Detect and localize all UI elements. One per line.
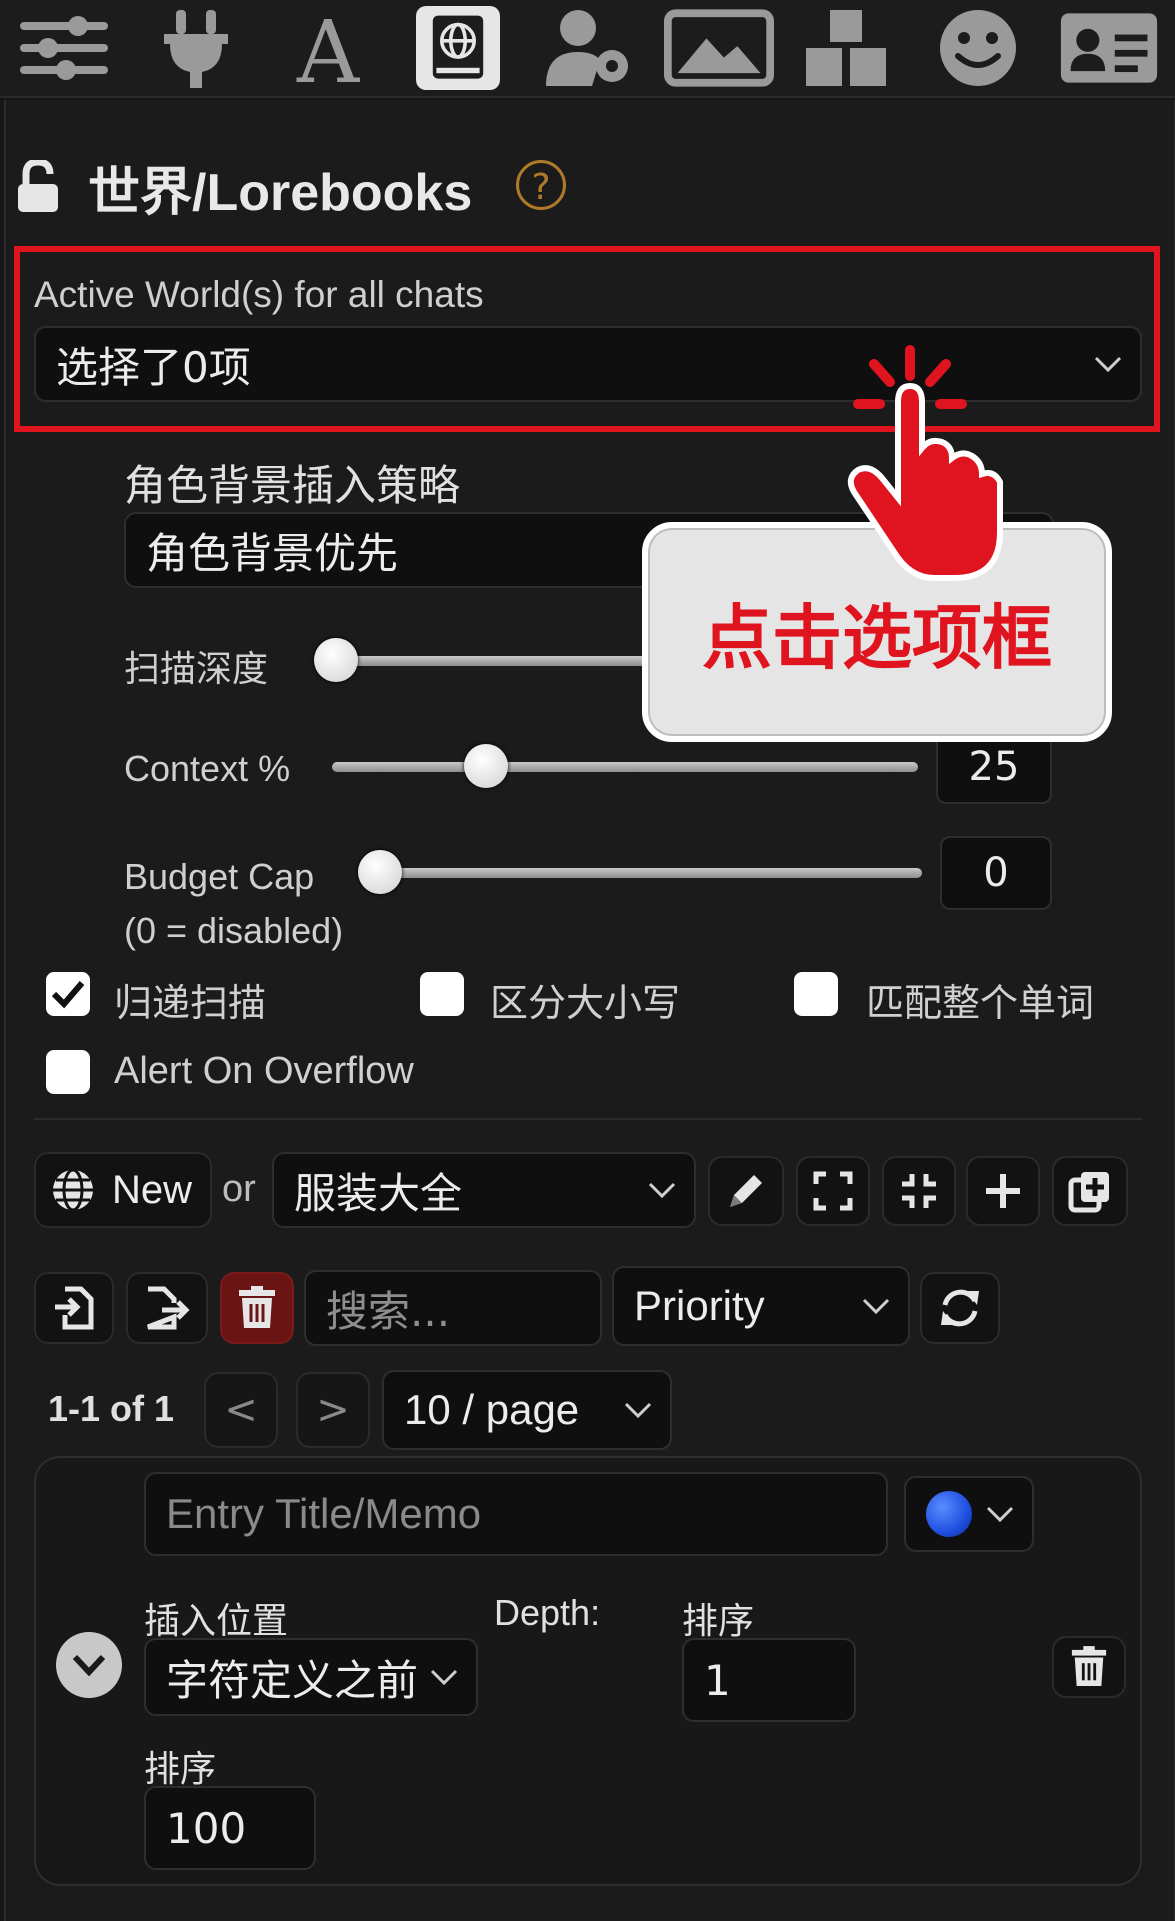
refresh-icon: [941, 1289, 979, 1327]
budget-cap-value-input[interactable]: 0: [940, 836, 1052, 910]
insert-position-value: 字符定义之前: [166, 1655, 419, 1705]
add-entry-button[interactable]: [966, 1156, 1040, 1226]
match-whole-words-checkbox[interactable]: [794, 972, 838, 1016]
sort-select[interactable]: Priority: [612, 1266, 910, 1346]
pencil-icon: [730, 1175, 762, 1207]
file-export-icon: [147, 1286, 190, 1330]
sort-value: Priority: [634, 1282, 765, 1329]
page-size-select[interactable]: 10 / page: [382, 1370, 672, 1450]
or-label: or: [222, 1168, 256, 1210]
top-toolbar: A: [0, 0, 1175, 98]
case-sensitive-checkbox[interactable]: [420, 972, 464, 1016]
delete-world-button[interactable]: [220, 1272, 294, 1344]
help-icon[interactable]: ?: [516, 160, 566, 210]
chevron-down-icon: [1094, 356, 1122, 373]
next-page-button[interactable]: >: [296, 1372, 370, 1448]
new-world-button[interactable]: New: [34, 1152, 212, 1228]
order-value-top: 1: [704, 1655, 731, 1705]
world-select[interactable]: 服装大全: [272, 1152, 696, 1228]
chevron-down-icon: [430, 1669, 458, 1686]
expand-button[interactable]: [796, 1156, 870, 1226]
export-button[interactable]: [126, 1272, 208, 1344]
globe-icon: [53, 1168, 93, 1212]
order-value: 100: [166, 1803, 247, 1853]
order-input-top[interactable]: 1: [682, 1638, 856, 1722]
trash-icon: [239, 1286, 275, 1328]
font-icon[interactable]: A: [278, 6, 378, 90]
plus-icon: [986, 1174, 1020, 1208]
order-label: 排序: [144, 1748, 217, 1789]
context-slider-knob[interactable]: [464, 744, 508, 788]
budget-cap-slider-knob[interactable]: [358, 850, 402, 894]
globe-book-icon[interactable]: [416, 6, 500, 90]
world-select-value: 服装大全: [294, 1168, 463, 1218]
search-placeholder: 搜索...: [326, 1286, 451, 1336]
scan-depth-label: 扫描深度: [124, 648, 269, 689]
duplicate-world-button[interactable]: [1052, 1156, 1128, 1226]
recursive-scan-checkbox[interactable]: [46, 972, 90, 1016]
user-gear-icon[interactable]: [538, 6, 638, 90]
budget-cap-track[interactable]: [360, 868, 922, 878]
match-whole-words-label: 匹配整个单词: [866, 983, 1095, 1025]
image-icon[interactable]: [662, 6, 776, 90]
chevron-down-icon: [624, 1402, 652, 1419]
page-size-value: 10 / page: [404, 1386, 580, 1433]
tutorial-callout-text: 点击选项框: [702, 596, 1052, 679]
check-icon: [51, 981, 85, 1009]
prev-page-button[interactable]: <: [204, 1372, 278, 1448]
divider: [34, 1118, 1142, 1120]
smiley-icon[interactable]: [928, 6, 1028, 90]
page-title: 世界/Lorebooks: [88, 164, 473, 222]
context-label: Context %: [124, 748, 291, 789]
active-worlds-value: 选择了0项: [56, 342, 251, 392]
file-import-icon: [55, 1286, 94, 1330]
tap-hand-icon: [838, 342, 1038, 586]
entry-status-select[interactable]: [904, 1476, 1034, 1552]
unlock-icon[interactable]: [16, 158, 60, 218]
recursive-scan-label: 归递扫描: [114, 983, 267, 1025]
expand-icon: [813, 1171, 853, 1211]
collapse-button[interactable]: [882, 1156, 956, 1226]
status-dot-icon: [926, 1491, 972, 1537]
scan-depth-slider-knob[interactable]: [314, 638, 358, 682]
chevron-down-icon: [648, 1182, 676, 1199]
cubes-icon[interactable]: [796, 6, 896, 90]
svg-text:A: A: [296, 8, 360, 88]
insert-position-label: 插入位置: [144, 1600, 289, 1641]
compress-icon: [902, 1174, 936, 1208]
chevron-down-icon: [986, 1506, 1014, 1523]
case-sensitive-label: 区分大小写: [490, 983, 681, 1025]
expand-entry-button[interactable]: [56, 1632, 122, 1698]
refresh-button[interactable]: [920, 1272, 1000, 1344]
pagination-range: 1-1 of 1: [48, 1388, 175, 1429]
alert-overflow-checkbox[interactable]: [46, 1050, 90, 1094]
new-world-label: New: [112, 1167, 193, 1212]
budget-cap-sublabel: (0 = disabled): [124, 910, 344, 951]
insertion-strategy-value: 角色背景优先: [146, 528, 399, 578]
clone-icon: [1068, 1172, 1109, 1213]
plug-icon[interactable]: [146, 6, 246, 90]
context-track[interactable]: [332, 762, 918, 772]
entry-title-input[interactable]: Entry Title/Memo: [144, 1472, 888, 1556]
depth-label: Depth:: [494, 1592, 601, 1633]
entry-title-placeholder: Entry Title/Memo: [166, 1490, 482, 1537]
alert-overflow-label: Alert On Overflow: [114, 1050, 414, 1092]
chevron-down-icon: [862, 1298, 890, 1315]
insert-position-select[interactable]: 字符定义之前: [144, 1638, 478, 1716]
delete-entry-button[interactable]: [1052, 1636, 1126, 1698]
search-input[interactable]: 搜索...: [304, 1270, 602, 1346]
order-input[interactable]: 100: [144, 1786, 316, 1870]
order-label-top: 排序: [682, 1600, 755, 1641]
chevron-down-icon: [72, 1654, 106, 1676]
id-card-icon[interactable]: [1054, 6, 1164, 90]
rename-world-button[interactable]: [708, 1156, 784, 1226]
sliders-icon[interactable]: [14, 6, 114, 90]
import-button[interactable]: [34, 1272, 114, 1344]
budget-cap-label: Budget Cap: [124, 856, 315, 897]
active-worlds-label: Active World(s) for all chats: [34, 274, 484, 315]
insertion-strategy-label: 角色背景插入策略: [124, 462, 461, 509]
trash-icon: [1071, 1646, 1107, 1686]
